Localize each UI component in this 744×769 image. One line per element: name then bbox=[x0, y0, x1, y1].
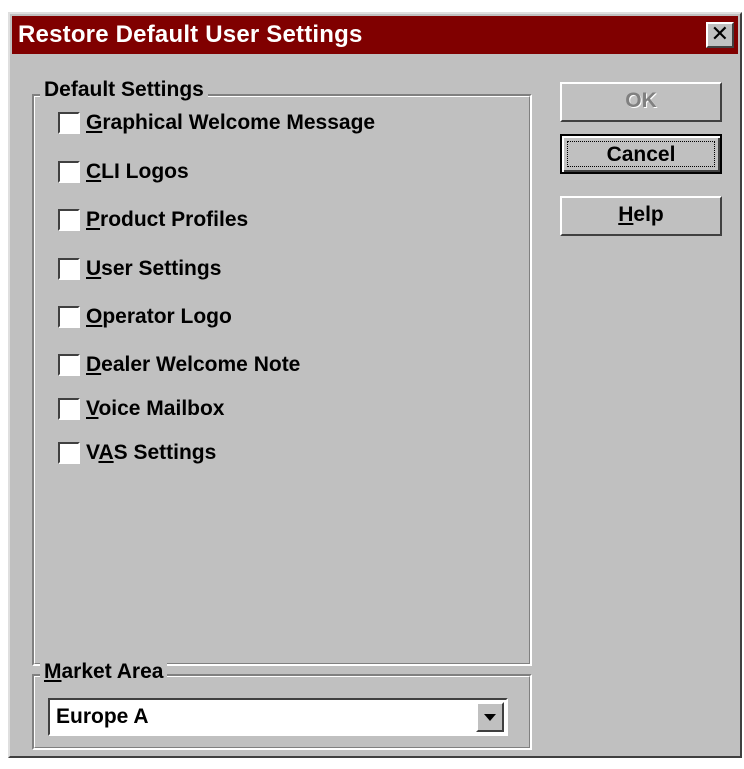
ok-button[interactable]: OK bbox=[560, 82, 722, 122]
market-area-select[interactable]: Europe A bbox=[48, 698, 508, 736]
checkbox-label: Product Profiles bbox=[86, 208, 249, 231]
checkbox-operator-logo[interactable]: Operator Logo bbox=[58, 302, 232, 332]
help-button[interactable]: Help bbox=[560, 196, 722, 236]
market-area-value: Europe A bbox=[56, 705, 149, 728]
checkbox-label: Dealer Welcome Note bbox=[86, 353, 301, 376]
checkbox-vas-settings[interactable]: VAS Settings bbox=[58, 438, 216, 468]
checkbox-dealer-welcome-note[interactable]: Dealer Welcome Note bbox=[58, 350, 300, 380]
checkbox-product-profiles[interactable]: Product Profiles bbox=[58, 205, 248, 235]
checkbox-label: CLI Logos bbox=[86, 160, 189, 183]
checkbox-label: Voice Mailbox bbox=[86, 397, 225, 420]
default-settings-legend: Default Settings bbox=[40, 78, 208, 102]
checkbox-box[interactable] bbox=[58, 398, 80, 420]
checkbox-label: VAS Settings bbox=[86, 441, 217, 464]
checkbox-user-settings[interactable]: User Settings bbox=[58, 254, 221, 284]
checkbox-label: User Settings bbox=[86, 257, 222, 280]
title-bar: Restore Default User Settings ✕ bbox=[12, 16, 738, 54]
cancel-button[interactable]: Cancel bbox=[560, 134, 722, 174]
market-area-legend: Market Area bbox=[40, 660, 168, 684]
checkbox-box[interactable] bbox=[58, 112, 80, 134]
checkbox-box[interactable] bbox=[58, 354, 80, 376]
checkbox-box[interactable] bbox=[58, 258, 80, 280]
dialog-title: Restore Default User Settings bbox=[18, 21, 363, 48]
chevron-down-icon[interactable] bbox=[476, 702, 504, 732]
checkbox-box[interactable] bbox=[58, 161, 80, 183]
close-icon[interactable]: ✕ bbox=[706, 22, 734, 48]
checkbox-graphical-welcome-message[interactable]: Graphical Welcome Message bbox=[58, 108, 375, 138]
checkbox-label: Graphical Welcome Message bbox=[86, 111, 376, 134]
checkbox-box[interactable] bbox=[58, 306, 80, 328]
checkbox-box[interactable] bbox=[58, 209, 80, 231]
cancel-button-label: Cancel bbox=[567, 141, 715, 167]
checkbox-cli-logos[interactable]: CLI Logos bbox=[58, 157, 189, 187]
restore-default-settings-dialog: Restore Default User Settings ✕ Default … bbox=[8, 12, 742, 758]
checkbox-label: Operator Logo bbox=[86, 305, 232, 328]
checkbox-box[interactable] bbox=[58, 442, 80, 464]
checkbox-voice-mailbox[interactable]: Voice Mailbox bbox=[58, 394, 224, 424]
